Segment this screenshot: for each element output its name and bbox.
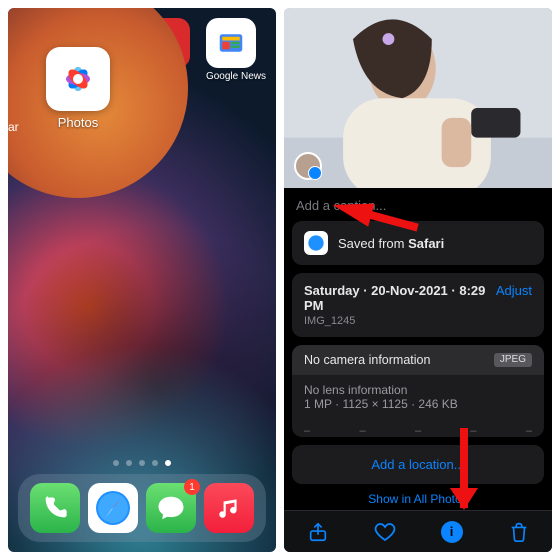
exif-dashes: ––––– [292, 419, 544, 437]
messages-app-icon[interactable]: 1 [146, 483, 196, 533]
partial-app-label: ar [8, 120, 19, 134]
info-icon: i [441, 521, 463, 543]
info-button[interactable]: i [437, 517, 467, 547]
show-in-all-photos-button[interactable]: Show in All Photos [284, 490, 552, 510]
app-slot-google-news[interactable]: Google News [206, 18, 266, 82]
page-dot[interactable] [139, 460, 145, 466]
trash-icon[interactable] [504, 517, 534, 547]
photo-date: Saturday · 20-Nov-2021 · 8:29 PM [304, 283, 496, 313]
safari-app-icon[interactable] [88, 483, 138, 533]
camera-title: No camera information [304, 353, 430, 367]
dock: 1 [18, 474, 266, 542]
safari-icon [304, 231, 328, 255]
page-dot-active[interactable] [165, 460, 171, 466]
saved-from-card[interactable]: Saved from Safari [292, 221, 544, 265]
phone-app-icon[interactable] [30, 483, 80, 533]
favorite-heart-icon[interactable] [370, 517, 400, 547]
photo-toolbar: i [284, 510, 552, 552]
homescreen-panel: T Google News [8, 8, 276, 552]
metadata-card: Saturday · 20-Nov-2021 · 8:29 PM Adjust … [292, 273, 544, 337]
caption-field[interactable]: Add a caption... [284, 188, 552, 221]
share-icon[interactable] [303, 517, 333, 547]
face-detection-badge[interactable] [294, 152, 322, 180]
add-location-button[interactable]: Add a location... [292, 445, 544, 484]
saved-from-text: Saved from Safari [338, 236, 444, 251]
page-dot[interactable] [126, 460, 132, 466]
format-tag: JPEG [494, 353, 532, 367]
notification-badge: 1 [184, 479, 200, 495]
photo-preview[interactable] [284, 8, 552, 188]
app-label: Google News [206, 71, 266, 82]
photo-filename: IMG_1245 [304, 315, 532, 327]
lens-info: No lens information [304, 383, 532, 397]
page-indicator[interactable] [8, 460, 276, 466]
google-news-icon[interactable] [206, 18, 256, 68]
image-specs: 1 MP · 1125 × 1125 · 246 KB [304, 397, 532, 411]
annotation-arrow-icon [460, 428, 468, 508]
music-app-icon[interactable] [204, 483, 254, 533]
page-dot[interactable] [113, 460, 119, 466]
photos-app-label: Photos [46, 115, 110, 130]
photo-info-panel: Add a caption... Saved from Safari Satur… [284, 8, 552, 552]
adjust-button[interactable]: Adjust [496, 283, 532, 298]
photos-flower-icon [56, 57, 100, 101]
photos-app-icon[interactable] [46, 47, 110, 111]
camera-info-card: No camera information JPEG No lens infor… [292, 345, 544, 437]
page-dot[interactable] [152, 460, 158, 466]
photo-illustration [284, 8, 552, 188]
